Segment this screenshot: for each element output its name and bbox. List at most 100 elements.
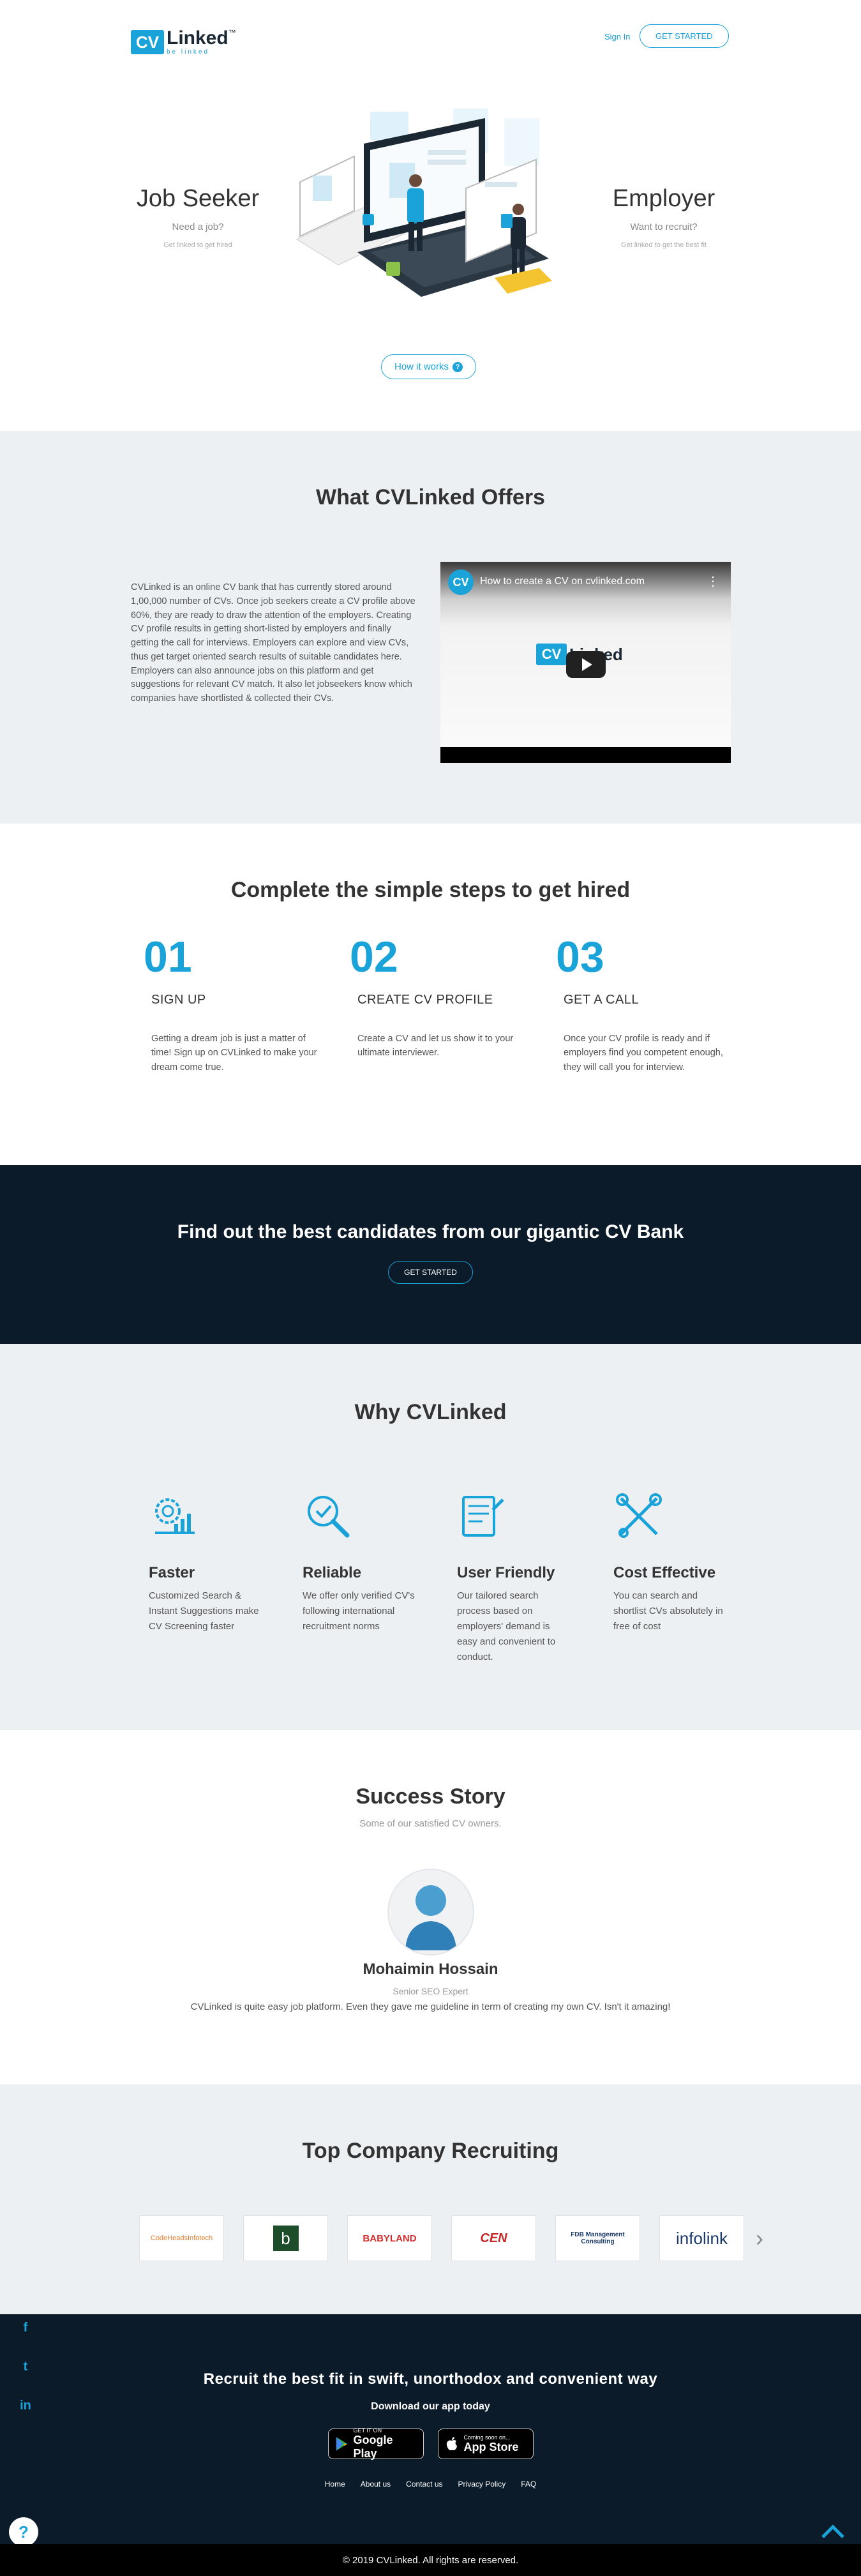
steps-title: Complete the simple steps to get hired (230, 878, 631, 902)
twitter-icon[interactable]: t (18, 2360, 33, 2374)
step-number: 02 (350, 933, 398, 981)
employer-panel[interactable]: Employer Want to recruit? Get linked to … (600, 185, 728, 249)
why-title: Why CVLinked (354, 1400, 507, 1424)
employer-sub: Get linked to get the best fit (621, 241, 707, 249)
how-it-works-button[interactable]: How it works ? (381, 354, 477, 379)
why-name: Cost Effective (613, 1564, 716, 1581)
signin-link[interactable]: Sign In (604, 32, 630, 41)
video-title[interactable]: How to create a CV on cvlinked.com (480, 576, 645, 587)
user-portrait-icon (405, 1885, 456, 1950)
step-card: 01 SIGN UP Getting a dream job is just a… (144, 933, 317, 1074)
cv-bank-title: Find out the best candidates from our gi… (177, 1221, 684, 1242)
step-card: 02 CREATE CV PROFILE Create a CV and let… (350, 935, 522, 1060)
step-description: Once your CV profile is ready and if emp… (564, 1034, 723, 1073)
app-store-badges: GET IT ON Google Play Coming soon on... Ap… (0, 2427, 861, 2460)
apple-icon (446, 2437, 457, 2451)
channel-avatar-icon[interactable]: CV (448, 569, 474, 595)
step-name: SIGN UP (151, 993, 206, 1007)
company-logo[interactable]: CodeHeadsInfotech (139, 2215, 224, 2261)
cv-bank-banner: Find out the best candidates from our gi… (0, 1165, 861, 1344)
cv-bank-get-started-button[interactable]: GET STARTED (388, 1261, 473, 1284)
logo-mark: CV (131, 30, 164, 54)
footer-link-privacy[interactable]: Privacy Policy (458, 2480, 506, 2489)
top-companies-section: Top Company Recruiting CodeHeadsInfotech… (0, 2084, 861, 2314)
step-description: Create a CV and let us show it to your u… (357, 1034, 514, 1058)
why-name: Faster (149, 1564, 195, 1581)
testimonial-quote: CVLinked is quite easy job platform. Eve… (190, 2001, 671, 2012)
job-seeker-sub: Get linked to get hired (163, 241, 232, 249)
chevron-right-icon[interactable]: › (756, 2225, 763, 2252)
step-number: 01 (144, 933, 192, 981)
job-seeker-question: Need a job? (172, 222, 224, 232)
video-logo-mark: CV (536, 644, 567, 665)
top-navbar: CV Linked™ be linked Sign In GET STARTED (0, 0, 861, 83)
job-seeker-panel[interactable]: Job Seeker Need a job? Get linked to get… (134, 185, 262, 249)
step-description: Getting a dream job is just a matter of … (151, 1034, 317, 1073)
logo-tagline: be linked (167, 49, 210, 56)
testimonial-name: Mohaimin Hossain (363, 1961, 498, 1978)
google-play-button[interactable]: GET IT ON Google Play (327, 2427, 424, 2460)
copyright-bar: © 2019 CVLinked. All rights are reserved… (0, 2544, 861, 2576)
avatar (387, 1869, 474, 1955)
download-app-label: Download our app today (371, 2401, 490, 2412)
why-section: Why CVLinked Faster Customized Search & … (0, 1344, 861, 1730)
logo-word: Linked (167, 27, 228, 49)
testimonial-role: Senior SEO Expert (393, 1986, 468, 1996)
step-number: 03 (556, 933, 604, 981)
step-name: GET A CALL (564, 993, 640, 1007)
employer-question: Want to recruit? (630, 222, 698, 232)
how-it-works-label: How it works (394, 361, 449, 372)
hero-illustration (296, 109, 552, 297)
step-name: CREATE CV PROFILE (357, 993, 493, 1007)
scroll-to-top-icon[interactable] (820, 2522, 846, 2541)
company-logo[interactable]: infolink (659, 2215, 744, 2261)
brand-logo[interactable]: CV Linked™ be linked (131, 29, 236, 56)
help-question-icon[interactable]: ? (9, 2517, 38, 2547)
offers-title: What CVLinked Offers (316, 485, 545, 509)
companies-title: Top Company Recruiting (302, 2139, 559, 2163)
success-story-section: Success Story Some of our satisfied CV o… (0, 1730, 861, 2084)
play-icon[interactable] (566, 651, 606, 678)
company-logo[interactable]: BABYLAND (347, 2215, 432, 2261)
why-card: Cost Effective You can search and shortl… (613, 1491, 728, 1634)
footer: f t in Recruit the best fit in swift, un… (0, 2314, 861, 2576)
app-store-label: App Store (463, 2440, 519, 2453)
footer-link-home[interactable]: Home (325, 2480, 345, 2489)
success-title: Success Story (356, 1784, 505, 1809)
footer-link-about[interactable]: About us (361, 2480, 391, 2489)
footer-link-faq[interactable]: FAQ (521, 2480, 536, 2489)
facebook-icon[interactable]: f (18, 2321, 33, 2335)
offers-description: CVLinked is an online CV bank that has c… (131, 582, 416, 704)
why-description: We offer only verified CV's following in… (303, 1590, 415, 1632)
social-links: f t in (18, 2321, 33, 2413)
get-started-button[interactable]: GET STARTED (640, 24, 729, 48)
youtube-video-embed[interactable]: CV How to create a CV on cvlinked.com ⋮ … (440, 562, 731, 763)
checklist-icon (462, 1496, 504, 1537)
why-description: Customized Search & Instant Suggestions … (149, 1590, 259, 1632)
company-carousel: CodeHeadsInfotech b BABYLAND CEN FDB Man… (139, 2215, 763, 2261)
tools-icon (616, 1493, 662, 1538)
why-card: User Friendly Our tailored search proces… (457, 1491, 572, 1665)
success-subtitle: Some of our satisfied CV owners. (359, 1818, 502, 1829)
footer-link-contact[interactable]: Contact us (406, 2480, 442, 2489)
speed-gear-icon (155, 1498, 195, 1534)
offers-section: What CVLinked Offers CVLinked is an onli… (0, 431, 861, 824)
company-logo[interactable]: b (243, 2215, 328, 2261)
app-store-button[interactable]: Coming soon on... App Store (437, 2429, 534, 2459)
footer-tagline: Recruit the best fit in swift, unorthodo… (203, 2370, 658, 2388)
why-name: Reliable (303, 1564, 362, 1581)
more-options-icon[interactable]: ⋮ (707, 573, 719, 589)
steps-section: Complete the simple steps to get hired 0… (0, 824, 861, 1165)
why-card: Reliable We offer only verified CV's fol… (303, 1491, 417, 1634)
job-seeker-title: Job Seeker (136, 185, 260, 212)
company-logo[interactable]: CEN (451, 2215, 536, 2261)
question-mark-icon: ? (453, 361, 463, 372)
company-logo[interactable]: FDB Management Consulting (555, 2215, 640, 2261)
google-play-small: GET IT ON (353, 2427, 382, 2434)
app-store-small: Coming soon on... (463, 2434, 511, 2441)
why-name: User Friendly (457, 1564, 555, 1581)
linkedin-icon[interactable]: in (18, 2399, 33, 2413)
footer-links: Home About us Contact us Privacy Policy … (0, 2480, 861, 2489)
magnifier-check-icon (308, 1496, 350, 1538)
why-description: Our tailored search process based on emp… (457, 1590, 556, 1662)
